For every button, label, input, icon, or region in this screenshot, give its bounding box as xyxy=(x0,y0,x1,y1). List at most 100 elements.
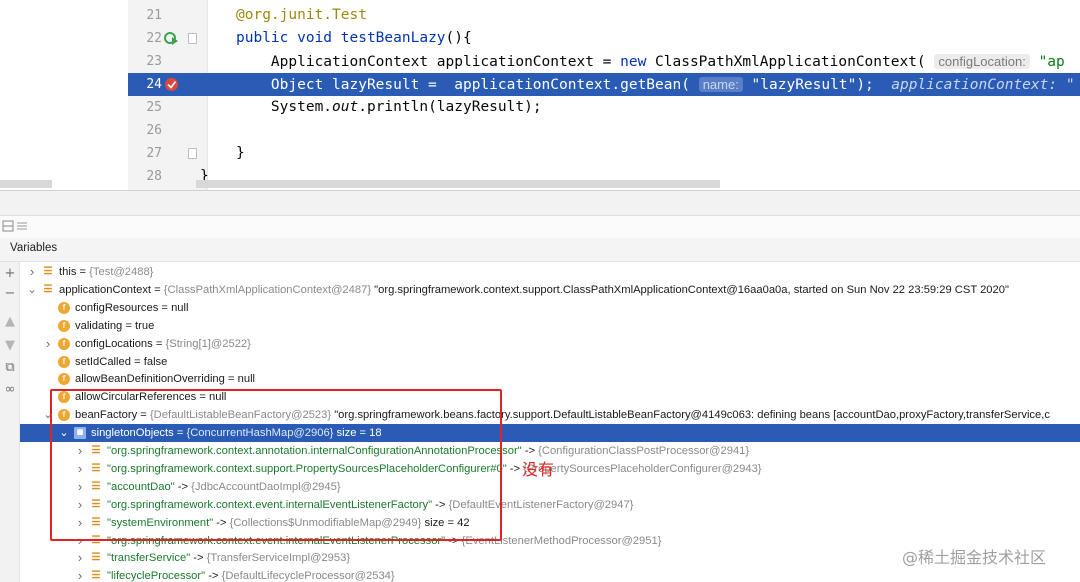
debug-panel-splitter[interactable] xyxy=(0,190,1080,216)
variable-value: null xyxy=(237,373,256,386)
tree-row[interactable]: f validating = true xyxy=(20,317,1080,335)
code-line-26[interactable]: 26 xyxy=(128,119,1080,142)
variable-operator: -> xyxy=(205,570,222,582)
inline-debug-value: applicationContext: " xyxy=(891,77,1075,93)
variable-name: allowBeanDefinitionOverriding xyxy=(75,373,225,386)
code-editor[interactable]: 21 @org.junit.Test 22 public void testBeanL… xyxy=(0,0,1080,190)
variable-name: "lifecycleProcessor" xyxy=(107,570,206,582)
line-number[interactable]: 27 xyxy=(136,142,162,165)
tree-row-text: applicationContext = {ClassPathXmlApplic… xyxy=(59,281,1009,299)
tree-row[interactable]: f setIdCalled = false xyxy=(20,353,1080,371)
code-token: .println(lazyResult); xyxy=(358,99,542,115)
tree-row[interactable]: › ☰ this = {Test@2488} xyxy=(20,263,1080,281)
code-token: void xyxy=(297,30,341,46)
code-token: Object lazyResult = applicationContext.g… xyxy=(236,77,699,93)
move-down-icon[interactable]: ▼ xyxy=(2,338,18,354)
move-up-icon[interactable]: ▲ xyxy=(2,314,18,330)
field-icon: f xyxy=(58,373,70,386)
settings-lines-icon[interactable] xyxy=(16,220,28,232)
expand-arrow-icon[interactable]: › xyxy=(42,335,54,353)
variable-operator: = xyxy=(152,337,166,350)
variable-operator: -> xyxy=(190,552,207,565)
line-number[interactable]: 22 xyxy=(136,27,162,50)
fold-marker-icon[interactable] xyxy=(188,33,197,44)
layout-icon[interactable] xyxy=(2,220,14,232)
add-watch-icon[interactable]: + xyxy=(2,266,18,282)
copy-icon[interactable]: ⧉ xyxy=(2,360,18,376)
line-number[interactable]: 21 xyxy=(136,4,162,27)
variable-type: {TransferServiceImpl@2953} xyxy=(206,552,351,565)
field-icon: f xyxy=(58,319,70,332)
variable-name: "transferService" xyxy=(107,552,191,565)
remove-watch-icon[interactable]: − xyxy=(2,286,18,302)
tree-row[interactable]: › ☰ "lifecycleProcessor" -> {DefaultLifecy… xyxy=(20,567,1080,582)
tree-row-text: setIdCalled = false xyxy=(75,353,167,371)
code-line-27[interactable]: 27} xyxy=(128,142,1080,165)
code-token: "ap xyxy=(1029,54,1065,70)
tree-row[interactable]: f allowBeanDefinitionOverriding = null xyxy=(20,370,1080,388)
line-number[interactable]: 23 xyxy=(136,50,162,73)
tree-row[interactable]: ⌄ ☰ applicationContext = {ClassPathXmlAppl… xyxy=(20,281,1080,299)
variables-toolstrip: + − ▲ ▼ ⧉ ∞ xyxy=(0,262,20,582)
code-line-23[interactable]: 23 ApplicationContext applicationContext… xyxy=(128,50,1080,73)
tree-row-text: configLocations = {String[1]@2522} xyxy=(75,335,251,353)
editor-horizontal-scrollbar[interactable] xyxy=(196,180,720,188)
run-test-icon[interactable] xyxy=(164,31,179,46)
variable-operator: = xyxy=(130,355,144,368)
line-number[interactable]: 24 xyxy=(136,73,162,96)
tree-row-text: validating = true xyxy=(75,317,154,335)
parameter-hint: configLocation: xyxy=(934,54,1030,69)
collapse-arrow-icon[interactable]: ⌄ xyxy=(26,281,38,299)
code-text[interactable]: public void testBeanLazy(){ xyxy=(236,27,472,50)
breakpoint-icon[interactable] xyxy=(164,77,179,92)
code-text[interactable]: Object lazyResult = applicationContext.g… xyxy=(236,73,1075,97)
tree-row[interactable]: f configResources = null xyxy=(20,299,1080,317)
annotation-label: 没有 xyxy=(522,460,555,479)
tree-row-text: this = {Test@2488} xyxy=(59,263,153,281)
variable-operator: = xyxy=(76,266,90,278)
parameter-hint: name: xyxy=(698,77,743,92)
variable-operator: = xyxy=(122,319,136,332)
variable-value: true xyxy=(135,319,155,332)
code-token: out xyxy=(332,99,359,115)
variable-value: "org.springframework.context.support.Cla… xyxy=(371,283,1009,296)
watermark: @稀土掘金技术社区 xyxy=(902,548,1047,567)
code-token: } xyxy=(236,145,245,161)
expand-arrow-icon[interactable]: › xyxy=(74,549,86,567)
line-number[interactable]: 25 xyxy=(136,96,162,119)
line-number[interactable]: 26 xyxy=(136,119,162,142)
variable-name: configLocations xyxy=(75,337,153,350)
code-text[interactable]: ApplicationContext applicationContext = … xyxy=(236,50,1065,74)
code-line-22[interactable]: 22 public void testBeanLazy(){ xyxy=(128,27,1080,50)
variable-type: {String[1]@2522} xyxy=(165,337,251,350)
glasses-icon[interactable]: ∞ xyxy=(2,382,18,398)
code-line-25[interactable]: 25 System.out.println(lazyResult); xyxy=(128,96,1080,119)
tree-row[interactable]: › f configLocations = {String[1]@2522} xyxy=(20,335,1080,353)
fold-marker-icon[interactable] xyxy=(188,148,197,159)
editor-left-pane xyxy=(0,0,128,190)
editor-scrollbar-left[interactable] xyxy=(0,180,52,188)
code-token: "lazyResult"); xyxy=(742,77,892,93)
expand-arrow-icon[interactable]: › xyxy=(26,263,38,281)
code-token: public xyxy=(236,30,298,46)
code-text[interactable]: System.out.println(lazyResult); xyxy=(236,96,542,119)
code-token: System. xyxy=(236,99,333,115)
variable-value: false xyxy=(143,355,168,368)
object-icon: ☰ xyxy=(91,570,101,582)
expand-arrow-icon[interactable]: › xyxy=(74,567,86,582)
line-number[interactable]: 28 xyxy=(136,165,162,188)
code-token: @org.junit.Test xyxy=(236,7,367,23)
variable-name: this xyxy=(59,266,77,278)
code-text[interactable]: @org.junit.Test xyxy=(236,4,367,27)
code-line-24[interactable]: 24 Object lazyResult = applicationContex… xyxy=(128,73,1080,96)
variable-type: {DefaultLifecycleProcessor@2534} xyxy=(221,570,395,582)
field-icon: f xyxy=(58,355,70,368)
debug-toolbar-area xyxy=(0,216,1080,238)
variable-value: null xyxy=(171,301,189,314)
code-token: testBeanLazy xyxy=(340,30,446,46)
code-line-21[interactable]: 21 @org.junit.Test xyxy=(128,4,1080,27)
code-text[interactable]: } xyxy=(236,142,245,165)
tree-row-text: allowBeanDefinitionOverriding = null xyxy=(75,370,255,388)
variable-name: setIdCalled xyxy=(75,355,131,368)
variable-type: {ClassPathXmlApplicationContext@2487} xyxy=(163,283,372,296)
